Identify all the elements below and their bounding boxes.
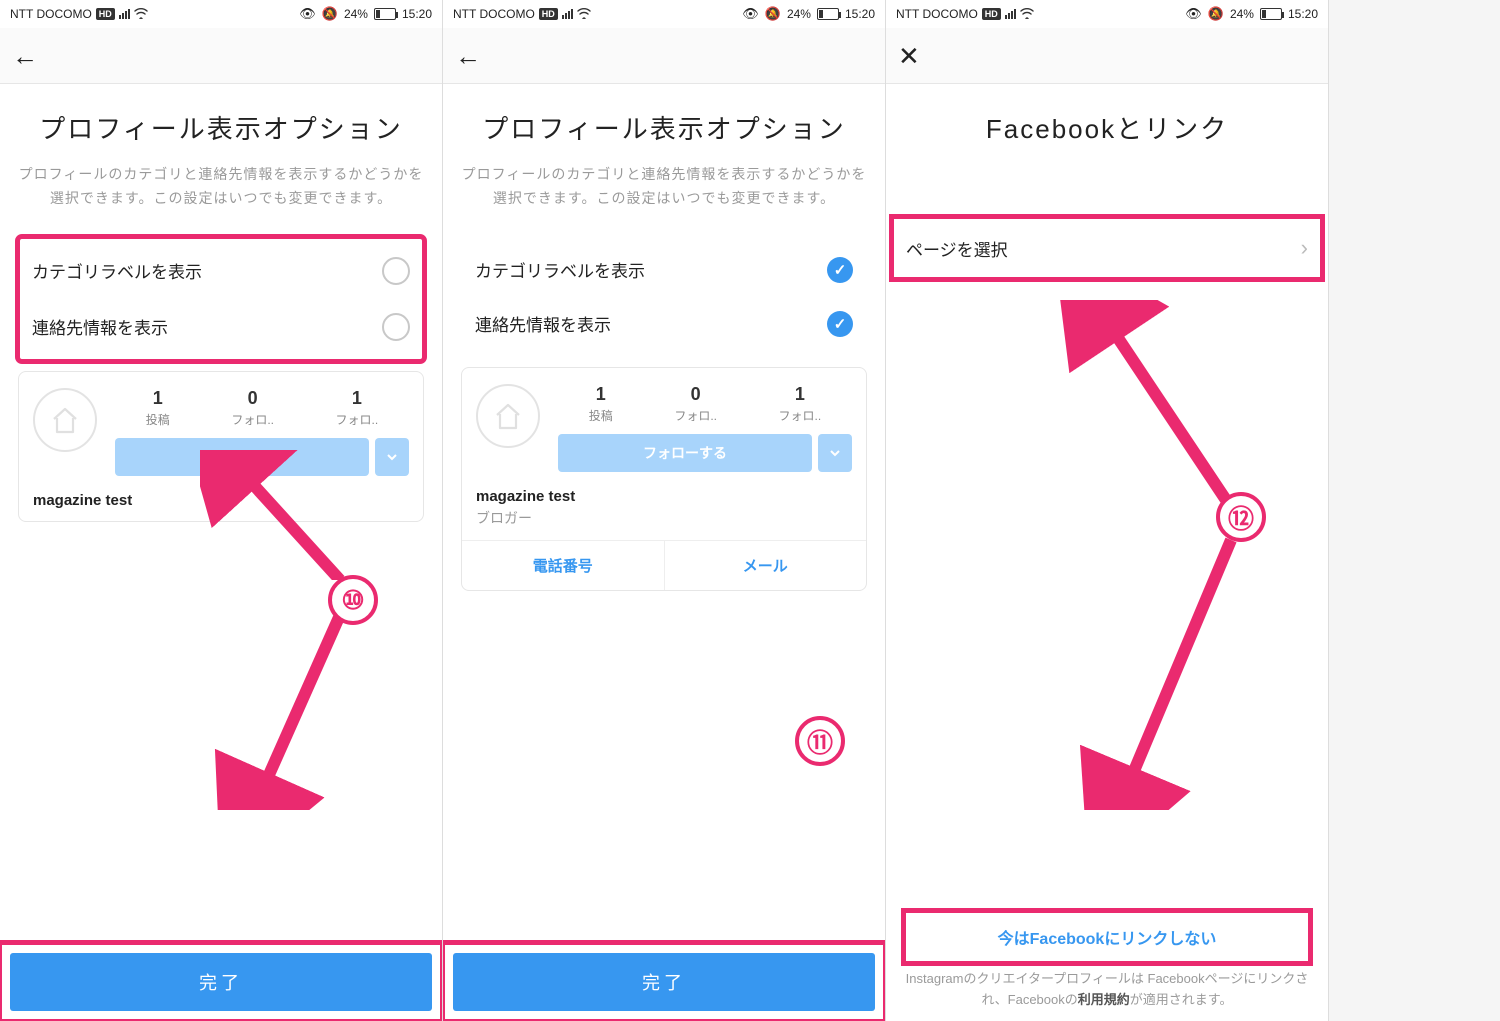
app-bar: ← [0,28,442,84]
battery-pct: 24% [344,7,368,21]
battery-icon [374,8,396,20]
contact-mail-button[interactable]: メール [665,541,867,590]
footer-note: Instagramのクリエイタープロフィールは Facebookページにリンクさ… [886,963,1328,1021]
select-page-row[interactable]: ページを選択 › [892,217,1322,279]
follow-more-button[interactable] [375,438,409,476]
carrier-label: NTT DOCOMO [453,7,535,21]
toggle-label: 連絡先情報を表示 [32,314,168,339]
toggle-label: カテゴリラベルを表示 [32,258,202,283]
toggle-contact-info[interactable]: 連絡先情報を表示 ✓ [463,297,865,351]
annotation-marker-11: ⑪ [795,716,845,766]
check-on-icon[interactable]: ✓ [827,257,853,283]
status-bar: NTT DOCOMO HD 👁 🔕 24% 15:20 [886,0,1328,28]
stat-following: 1 [336,388,379,409]
page-subtitle: プロフィールのカテゴリと連絡先情報を表示するかどうかを選択できます。この設定はい… [461,163,867,211]
close-icon[interactable]: ✕ [898,43,920,69]
radio-off-icon[interactable] [382,257,410,285]
eye-icon: 👁 [742,6,759,22]
back-arrow-icon[interactable]: ← [12,43,38,69]
battery-icon [817,8,839,20]
page-title: Facebookとリンク [886,110,1328,149]
hd-badge: HD [96,8,115,20]
skip-link-wrap: 今はFacebookにリンクしない [904,911,1310,963]
screen-3: NTT DOCOMO HD 👁 🔕 24% 15:20 ✕ Facebookとリ… [886,0,1329,1021]
status-bar: NTT DOCOMO HD 👁 🔕 24% 15:20 [0,0,442,28]
stat-posts: 1 [589,384,613,405]
annotation-arrow [1056,300,1256,510]
annotation-arrow [1066,530,1256,810]
annotation-arrow [200,610,360,810]
contact-row: 電話番号 メール [462,540,866,590]
radio-off-icon[interactable] [382,313,410,341]
clock: 15:20 [845,7,875,21]
app-bar: ← [443,28,885,84]
preview-category: ブロガー [476,508,852,528]
battery-icon [1260,8,1282,20]
carrier-label: NTT DOCOMO [10,7,92,21]
clock: 15:20 [402,7,432,21]
page-subtitle: プロフィールのカテゴリと連絡先情報を表示するかどうかを選択できます。この設定はい… [18,163,424,211]
done-button-wrap: 完了 [0,943,442,1021]
done-button[interactable]: 完了 [453,953,875,1011]
stat-followers: 0 [231,388,274,409]
follow-more-button[interactable] [818,434,852,472]
select-page-label: ページを選択 [906,236,1008,261]
carrier-label: NTT DOCOMO [896,7,978,21]
signal-icon [562,9,573,19]
bell-mute-icon: 🔕 [765,6,781,22]
toggle-group: カテゴリラベルを表示 ✓ 連絡先情報を表示 ✓ [461,237,867,357]
eye-icon: 👁 [1185,6,1202,22]
hd-badge: HD [539,8,558,20]
toggle-group: カテゴリラベルを表示 連絡先情報を表示 [18,237,424,361]
back-arrow-icon[interactable]: ← [455,43,481,69]
profile-preview-card: 1投稿 0フォロ.. 1フォロ.. フォローする magazine test ブ… [461,367,867,591]
follow-button[interactable]: フォローする [558,434,812,472]
toggle-category-label[interactable]: カテゴリラベルを表示 ✓ [463,243,865,297]
screen-1: NTT DOCOMO HD 👁 🔕 24% 15:20 ← プロフィール表示オプ… [0,0,443,1021]
bell-mute-icon: 🔕 [322,6,338,22]
toggle-label: 連絡先情報を表示 [475,311,611,336]
house-icon [48,403,82,437]
check-on-icon[interactable]: ✓ [827,311,853,337]
signal-icon [1005,9,1016,19]
wifi-icon [577,7,591,22]
app-bar: ✕ [886,28,1328,84]
wifi-icon [134,7,148,22]
toggle-label: カテゴリラベルを表示 [475,257,645,282]
house-icon [491,399,525,433]
toggle-contact-info[interactable]: 連絡先情報を表示 [20,299,422,355]
contact-phone-button[interactable]: 電話番号 [462,541,665,590]
chevron-right-icon: › [1301,235,1308,261]
skip-facebook-link[interactable]: 今はFacebookにリンクしない [904,911,1310,963]
page-title: プロフィール表示オプション [18,110,424,149]
page-title: プロフィール表示オプション [461,110,867,149]
stat-followers: 0 [674,384,717,405]
stat-following: 1 [779,384,822,405]
annotation-marker-10: ⑩ [328,575,378,625]
preview-username: magazine test [476,488,852,505]
clock: 15:20 [1288,7,1318,21]
avatar-placeholder [476,384,540,448]
signal-icon [119,9,130,19]
avatar-placeholder [33,388,97,452]
screen-2: NTT DOCOMO HD 👁 🔕 24% 15:20 ← プロフィール表示オプ… [443,0,886,1021]
wifi-icon [1020,7,1034,22]
stat-posts: 1 [146,388,170,409]
done-button[interactable]: 完了 [10,953,432,1011]
battery-pct: 24% [787,7,811,21]
bell-mute-icon: 🔕 [1208,6,1224,22]
hd-badge: HD [982,8,1001,20]
battery-pct: 24% [1230,7,1254,21]
eye-icon: 👁 [299,6,316,22]
toggle-category-label[interactable]: カテゴリラベルを表示 [20,243,422,299]
terms-link[interactable]: 利用規約 [1078,992,1130,1007]
annotation-marker-12: ⑫ [1216,492,1266,542]
annotation-arrow [200,450,360,580]
status-bar: NTT DOCOMO HD 👁 🔕 24% 15:20 [443,0,885,28]
done-button-wrap: 完了 [443,943,885,1021]
